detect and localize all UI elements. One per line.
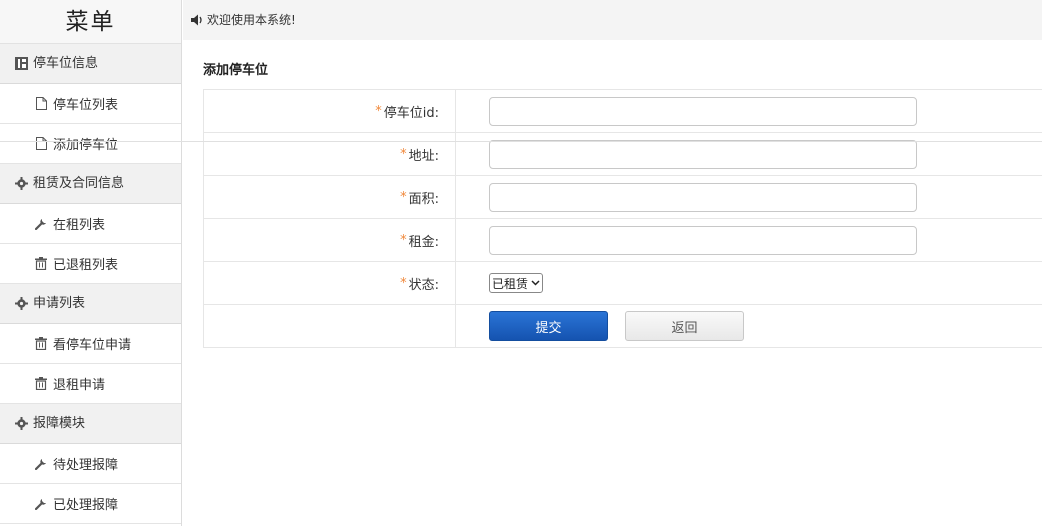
rent-input[interactable] <box>489 225 917 255</box>
back-button[interactable]: 返回 <box>625 311 744 341</box>
add-parking-form: * 停车位id: * 地址: * 面积: * 租金: * 状态: 已租赁 提交 … <box>203 89 1042 348</box>
menu-item-label: 已退租列表 <box>53 258 119 273</box>
menu-group-label: 报障模块 <box>33 415 86 431</box>
submit-button[interactable]: 提交 <box>489 311 608 341</box>
wrench-icon <box>34 217 48 231</box>
menu-item-renting-list[interactable]: 在租列表 <box>0 204 181 244</box>
label-text: 状态: <box>408 277 439 293</box>
menu-item-cancel-applications[interactable]: 退租申请 <box>0 364 181 404</box>
main-content: 欢迎使用本系统! 添加停车位 * 停车位id: * 地址: * 面积: * 租金… <box>183 0 1042 526</box>
trash-icon <box>34 377 48 391</box>
field-label: * 停车位id: <box>204 90 456 132</box>
menu-item-label: 添加停车位 <box>53 138 119 153</box>
form-row-status: * 状态: 已租赁 <box>204 262 1042 305</box>
field-label: * 租金: <box>204 219 456 261</box>
label-text: 停车位id: <box>383 105 439 121</box>
form-title: 添加停车位 <box>203 63 269 78</box>
gear-icon <box>14 297 28 311</box>
form-row-rent: * 租金: <box>204 219 1042 262</box>
parking-id-input[interactable] <box>489 96 917 126</box>
menu-group-label: 停车位信息 <box>33 55 99 71</box>
label-text: 面积: <box>408 191 439 207</box>
field-label: * 地址: <box>204 133 456 175</box>
label-text: 地址: <box>408 148 439 164</box>
speaker-icon <box>191 14 204 26</box>
form-row-address: * 地址: <box>204 133 1042 176</box>
form-row-actions: 提交 返回 <box>204 305 1042 348</box>
menu-group-fault-report[interactable]: 报障模块 <box>0 404 181 444</box>
divider <box>0 141 1042 142</box>
welcome-bar: 欢迎使用本系统! <box>183 0 1042 40</box>
required-mark: * <box>400 146 407 162</box>
menu-group-label: 申请列表 <box>33 295 86 311</box>
required-mark: * <box>400 189 407 205</box>
file-icon <box>34 137 48 151</box>
file-icon <box>34 97 48 111</box>
status-select[interactable]: 已租赁 <box>489 273 544 293</box>
menu-item-ended-list[interactable]: 已退租列表 <box>0 244 181 284</box>
area-input[interactable] <box>489 182 917 212</box>
form-row-area: * 面积: <box>204 176 1042 219</box>
menu-group-applications[interactable]: 申请列表 <box>0 284 181 324</box>
form-row-parking-id: * 停车位id: <box>204 90 1042 133</box>
wrench-icon <box>34 457 48 471</box>
required-mark: * <box>400 275 407 291</box>
menu-group-label: 租赁及合同信息 <box>33 175 125 191</box>
trash-icon <box>34 337 48 351</box>
status-selected-value: 已租赁 <box>492 276 529 291</box>
required-mark: * <box>400 232 407 248</box>
required-mark: * <box>375 103 382 119</box>
field-label: * 面积: <box>204 176 456 218</box>
gear-icon <box>14 177 28 191</box>
menu-group-rental-contract[interactable]: 租赁及合同信息 <box>0 164 181 204</box>
chevron-down-icon <box>531 280 540 286</box>
menu-item-view-applications[interactable]: 看停车位申请 <box>0 324 181 364</box>
menu-item-handled-faults[interactable]: 已处理报障 <box>0 484 181 524</box>
menu-item-pending-faults[interactable]: 待处理报障 <box>0 444 181 484</box>
menu-item-label: 待处理报障 <box>53 458 119 473</box>
menu-item-parking-list[interactable]: 停车位列表 <box>0 84 181 124</box>
menu-item-label: 看停车位申请 <box>53 338 132 353</box>
menu-item-label: 停车位列表 <box>53 98 119 113</box>
welcome-text: 欢迎使用本系统! <box>207 13 296 27</box>
trash-icon <box>34 257 48 271</box>
menu-group-parking-info[interactable]: 停车位信息 <box>0 44 181 84</box>
menu-item-label: 在租列表 <box>53 218 106 233</box>
menu-item-label: 已处理报障 <box>53 498 119 513</box>
sidebar: 菜单 停车位信息 停车位列表 添加停车位 租赁及合同信息 在租列表 已退租列表 <box>0 0 182 526</box>
sidebar-title: 菜单 <box>0 0 181 44</box>
wrench-icon <box>34 497 48 511</box>
gear-icon <box>14 417 28 431</box>
label-text: 租金: <box>408 234 439 250</box>
menu-item-add-parking[interactable]: 添加停车位 <box>0 124 181 164</box>
menu-item-label: 退租申请 <box>53 378 106 393</box>
address-input[interactable] <box>489 139 917 169</box>
field-label: * 状态: <box>204 262 456 304</box>
grid-icon <box>14 57 28 71</box>
